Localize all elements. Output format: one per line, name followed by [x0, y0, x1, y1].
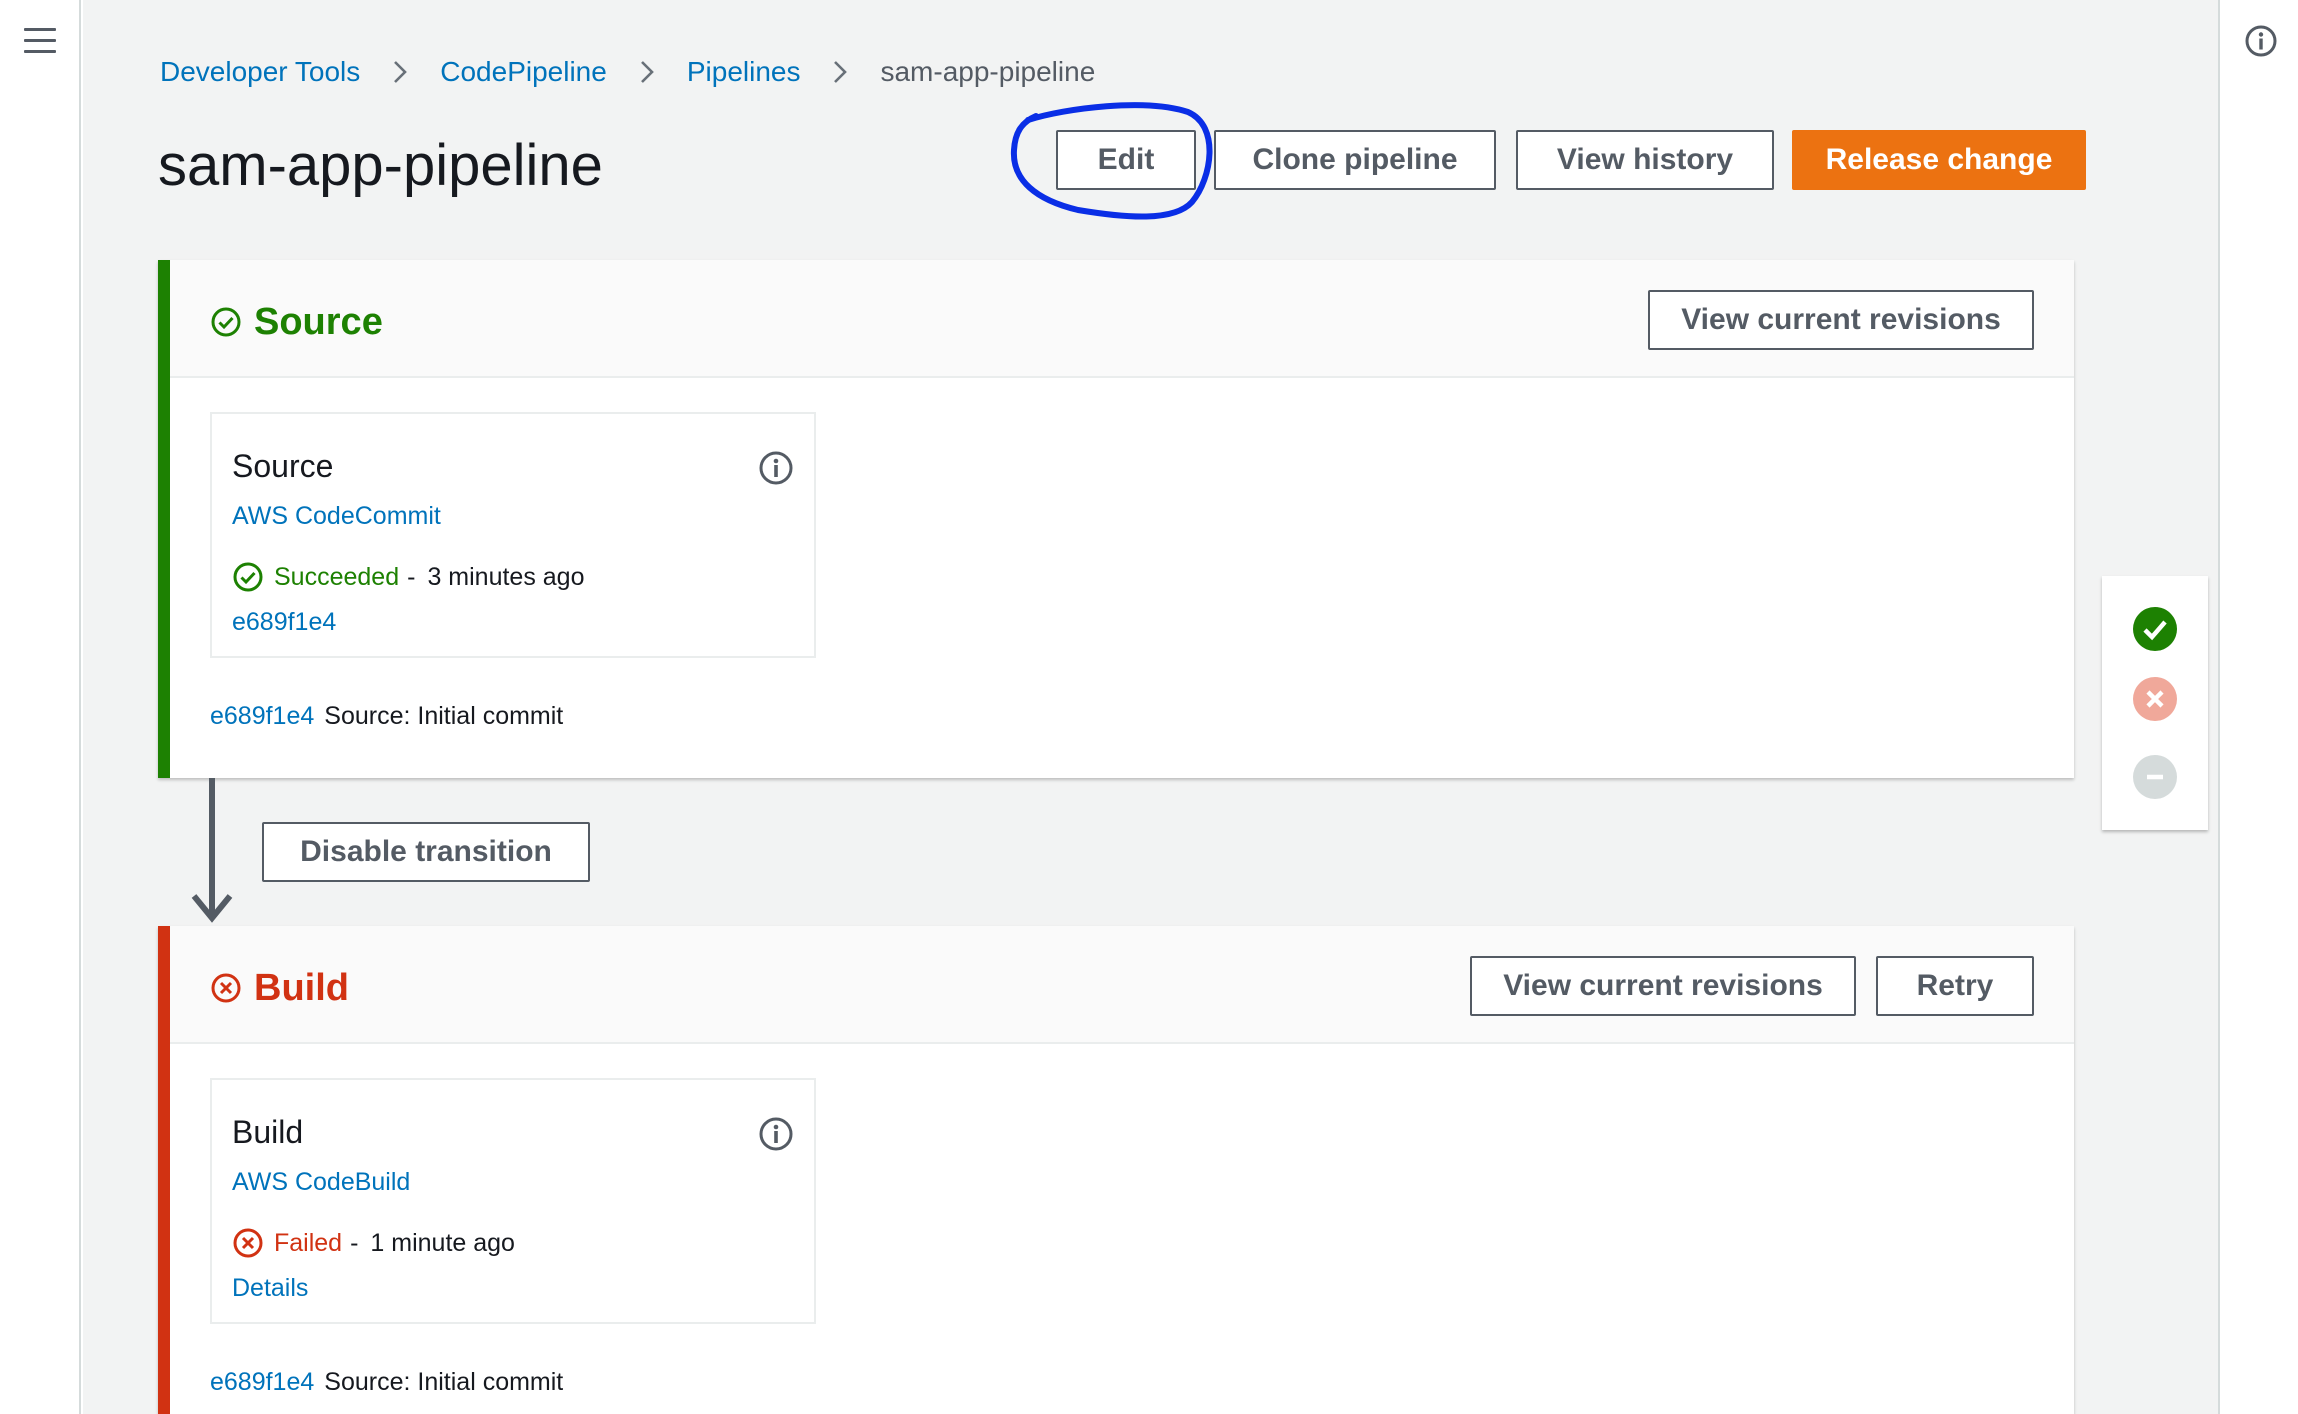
- page-title: sam-app-pipeline: [158, 133, 603, 198]
- action-card-source: Source AWS CodeCommit Succeeded - 3 minu…: [210, 412, 816, 658]
- status-separator: -: [350, 1228, 359, 1257]
- view-current-revisions-button[interactable]: View current revisions: [1648, 290, 2034, 350]
- retry-button[interactable]: Retry: [1876, 956, 2034, 1016]
- status-time: 3 minutes ago: [427, 562, 585, 591]
- disable-transition-button[interactable]: Disable transition: [262, 822, 590, 882]
- commit-message: Source: Initial commit: [324, 702, 564, 730]
- commit-id-link[interactable]: e689f1e4: [232, 608, 336, 637]
- failed-x-icon[interactable]: [2132, 676, 2178, 722]
- success-check-icon[interactable]: [2132, 606, 2178, 652]
- disabled-minus-icon[interactable]: [2132, 754, 2178, 800]
- breadcrumb: Developer Tools CodePipeline Pipelines s…: [160, 52, 1095, 92]
- stage-build-header: Build View current revisions Retry: [158, 926, 2074, 1044]
- action-provider-link[interactable]: AWS CodeCommit: [232, 502, 441, 531]
- breadcrumb-developer-tools[interactable]: Developer Tools: [160, 56, 360, 88]
- hamburger-menu-icon[interactable]: [24, 28, 56, 54]
- status-label: Failed: [274, 1228, 343, 1257]
- release-change-button[interactable]: Release change: [1792, 130, 2086, 190]
- action-card-build: Build AWS CodeBuild Failed - 1 minute ag…: [210, 1078, 816, 1324]
- chevron-right-icon: [394, 61, 408, 83]
- info-icon[interactable]: [758, 1116, 794, 1152]
- action-status: Failed - 1 minute ago: [232, 1226, 515, 1260]
- success-check-icon: [233, 562, 263, 592]
- edit-button[interactable]: Edit: [1056, 130, 1196, 190]
- stage-build: Build View current revisions Retry Build…: [158, 926, 2074, 1414]
- stage-status-panel: [2102, 576, 2208, 830]
- stage-source-status-bar: [158, 260, 170, 778]
- commit-info: e689f1e4 Source: Initial commit: [210, 702, 563, 731]
- stage-build-status-bar: [158, 926, 170, 1414]
- failed-x-icon: [211, 973, 241, 1003]
- stage-build-title: Build: [210, 966, 349, 1010]
- details-link[interactable]: Details: [232, 1274, 308, 1303]
- chevron-right-icon: [640, 61, 654, 83]
- commit-id-link[interactable]: e689f1e4: [210, 702, 314, 731]
- breadcrumb-current: sam-app-pipeline: [880, 56, 1096, 87]
- status-time: 1 minute ago: [370, 1228, 515, 1257]
- view-history-button[interactable]: View history: [1516, 130, 1774, 190]
- chevron-right-icon: [834, 61, 848, 83]
- commit-message: Source: Initial commit: [324, 1368, 564, 1396]
- view-current-revisions-button[interactable]: View current revisions: [1470, 956, 1856, 1016]
- transition-arrow-icon: [191, 778, 233, 923]
- stage-source-header: Source View current revisions: [158, 260, 2074, 378]
- status-label: Succeeded: [274, 562, 400, 591]
- left-nav-rail: [0, 0, 81, 1414]
- action-provider-link[interactable]: AWS CodeBuild: [232, 1168, 410, 1197]
- action-title: Build: [232, 1114, 304, 1150]
- info-icon[interactable]: [2244, 24, 2278, 58]
- stage-build-name: Build: [254, 966, 349, 1009]
- action-title: Source: [232, 448, 334, 484]
- info-icon[interactable]: [758, 450, 794, 486]
- action-status: Succeeded - 3 minutes ago: [232, 560, 584, 594]
- breadcrumb-codepipeline[interactable]: CodePipeline: [440, 56, 607, 88]
- success-check-icon: [211, 307, 241, 337]
- stage-source: Source View current revisions Source AWS…: [158, 260, 2074, 778]
- status-separator: -: [407, 562, 416, 591]
- failed-x-icon: [233, 1228, 263, 1258]
- right-help-rail: [2218, 0, 2298, 1414]
- commit-info: e689f1e4 Source: Initial commit: [210, 1368, 563, 1397]
- stage-source-name: Source: [254, 300, 383, 343]
- clone-pipeline-button[interactable]: Clone pipeline: [1214, 130, 1496, 190]
- commit-id-link[interactable]: e689f1e4: [210, 1368, 314, 1397]
- breadcrumb-pipelines[interactable]: Pipelines: [687, 56, 801, 88]
- stage-source-title: Source: [210, 300, 383, 344]
